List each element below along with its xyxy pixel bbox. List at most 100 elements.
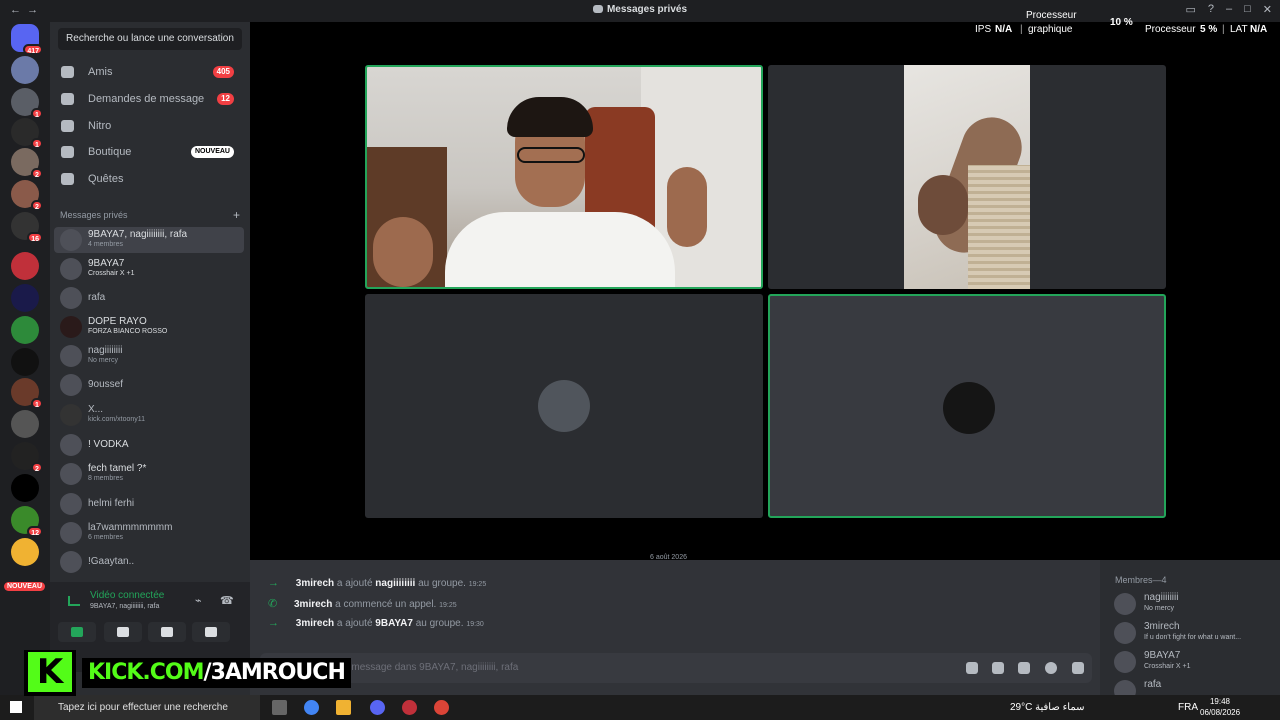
sticker-icon[interactable] — [1018, 662, 1030, 674]
server-icon[interactable]: 12 — [11, 506, 43, 537]
dm-item[interactable]: helmi ferhi — [54, 491, 244, 517]
file-explorer-icon[interactable] — [336, 700, 351, 715]
chrome-icon[interactable] — [434, 700, 449, 715]
quests-icon — [61, 173, 74, 185]
avatar — [60, 316, 82, 338]
voice-channel[interactable]: 9BAYA7, nagiiiiiiii, rafa — [90, 603, 159, 610]
dm-item[interactable]: ! VODKA — [54, 432, 244, 458]
camera-icon — [71, 627, 83, 637]
join-arrow-icon: → — [268, 617, 279, 629]
member-item[interactable]: 9BAYA7 Crosshair X +1 — [1114, 648, 1274, 676]
avatar — [60, 404, 82, 426]
server-icon[interactable]: 1 — [11, 378, 43, 409]
search-input[interactable]: Recherche ou lance une conversation — [58, 28, 242, 50]
dm-item[interactable]: rafa — [54, 285, 244, 311]
avatar — [60, 374, 82, 396]
avatar — [60, 522, 82, 544]
add-dm-icon[interactable]: + — [233, 208, 240, 222]
server-icon[interactable] — [11, 410, 39, 438]
member-list-header: Membres—4 — [1115, 575, 1167, 585]
shop-icon — [61, 146, 74, 158]
task-view-icon[interactable] — [272, 700, 287, 715]
video-call-grid — [250, 22, 1280, 560]
dm-item[interactable]: 9BAYA7, nagiiiiiiii, rafa 4 membres — [54, 227, 244, 253]
avatar — [538, 380, 590, 432]
gif-icon[interactable] — [992, 662, 1004, 674]
soundboard-icon — [205, 627, 217, 637]
camera-button[interactable] — [58, 622, 96, 642]
server-icon[interactable] — [11, 316, 39, 344]
member-item[interactable]: nagiiiiiiii No mercy — [1114, 590, 1274, 618]
new-badge: NOUVEAU — [4, 582, 46, 591]
disconnect-icon[interactable]: ☎ — [220, 594, 234, 607]
nav-quests[interactable]: Quêtes — [58, 167, 242, 191]
activity-button[interactable] — [148, 622, 186, 642]
server-icon[interactable] — [11, 538, 39, 566]
nav-message-requests[interactable]: Demandes de message 12 — [58, 87, 242, 111]
soundboard-button[interactable] — [192, 622, 230, 642]
server-icon[interactable] — [11, 348, 39, 376]
friends-icon — [61, 66, 74, 78]
server-icon[interactable] — [11, 284, 39, 312]
dm-item[interactable]: X... kick.com/xtoony11 — [54, 402, 244, 428]
dm-item[interactable]: DOPE RAYO FORZA BIANCO ROSSO — [54, 314, 244, 340]
server-icon[interactable] — [11, 56, 39, 84]
avatar — [60, 345, 82, 367]
screen-share-button[interactable] — [104, 622, 142, 642]
date-divider: 6 août 2026 — [650, 554, 687, 561]
nav-shop[interactable]: Boutique NOUVEAU — [58, 140, 242, 164]
avatar — [1114, 622, 1136, 644]
server-icon[interactable] — [11, 252, 39, 280]
performance-overlay: Processeur 10 % IPS N/A | graphique Proc… — [975, 10, 1268, 35]
avatar — [60, 493, 82, 515]
windows-taskbar: Tapez ici pour effectuer une recherche 2… — [0, 695, 1280, 720]
server-icon[interactable]: 1 — [11, 88, 43, 119]
phone-icon: ✆ — [268, 598, 278, 610]
join-arrow-icon: → — [268, 577, 279, 589]
avatar — [60, 463, 82, 485]
emoji-icon[interactable] — [1045, 662, 1057, 674]
system-message: → 3mirech a ajouté nagiiiiiiii au groupe… — [268, 577, 487, 589]
participant-tile[interactable] — [365, 294, 763, 518]
chrome-icon[interactable] — [304, 700, 319, 715]
dm-item[interactable]: nagiiiiiiii No mercy — [54, 343, 244, 369]
nav-nitro[interactable]: Nitro — [58, 114, 242, 138]
nitro-icon — [61, 120, 74, 132]
system-message: → 3mirech a ajouté 9BAYA7 au groupe. 19:… — [268, 617, 484, 629]
server-icon[interactable]: 2 — [11, 148, 43, 179]
server-icon[interactable]: 2 — [11, 180, 43, 211]
dm-item[interactable]: fech tamel ?* 8 membres — [54, 461, 244, 487]
noise-suppression-icon[interactable]: ⌁ — [195, 594, 207, 607]
avatar — [60, 258, 82, 280]
avatar — [60, 229, 82, 251]
video-tile-speaking[interactable] — [365, 65, 763, 289]
language-indicator[interactable]: FRA — [1178, 702, 1198, 713]
video-tile[interactable] — [768, 65, 1166, 289]
dm-item[interactable]: !Gaaytan.. — [54, 549, 244, 575]
dm-item[interactable]: la7wammmmmmm 6 membres — [54, 520, 244, 546]
avatar — [60, 551, 82, 573]
system-clock[interactable]: 19:48 06/08/2026 — [1200, 696, 1240, 718]
dm-item[interactable]: 9oussef — [54, 372, 244, 398]
nav-friends[interactable]: Amis 405 — [58, 60, 242, 84]
server-icon[interactable] — [11, 474, 39, 502]
system-message: ✆ 3mirech a commencé un appel. 19:25 — [268, 598, 457, 610]
member-item[interactable]: 3mirech If u don't fight for what u want… — [1114, 619, 1274, 647]
server-rail: 417 1 1 2 2 16 1 2 12 NOUVEAU — [0, 22, 50, 695]
server-icon[interactable]: 2 — [11, 442, 43, 473]
taskbar-search[interactable]: Tapez ici pour effectuer une recherche — [34, 695, 260, 720]
participant-tile-speaking[interactable] — [768, 294, 1166, 518]
discord-icon — [592, 5, 603, 14]
server-icon[interactable]: 1 — [11, 118, 43, 149]
dm-item[interactable]: 9BAYA7 Crosshair X +1 — [54, 256, 244, 282]
apps-icon[interactable] — [1072, 662, 1084, 674]
discord-taskbar-icon[interactable] — [370, 700, 385, 715]
weather-widget[interactable]: 29°C سماء صافية — [1010, 702, 1085, 713]
server-icon[interactable]: 16 — [11, 212, 43, 243]
gift-icon[interactable] — [966, 662, 978, 674]
member-list: Membres—4 nagiiiiiiii No mercy 3mirech I… — [1100, 560, 1280, 702]
app-icon[interactable] — [402, 700, 417, 715]
home-button[interactable]: 417 — [11, 24, 43, 55]
windows-start-icon[interactable] — [10, 701, 22, 713]
voice-status[interactable]: Vidéo connectée — [90, 590, 164, 601]
